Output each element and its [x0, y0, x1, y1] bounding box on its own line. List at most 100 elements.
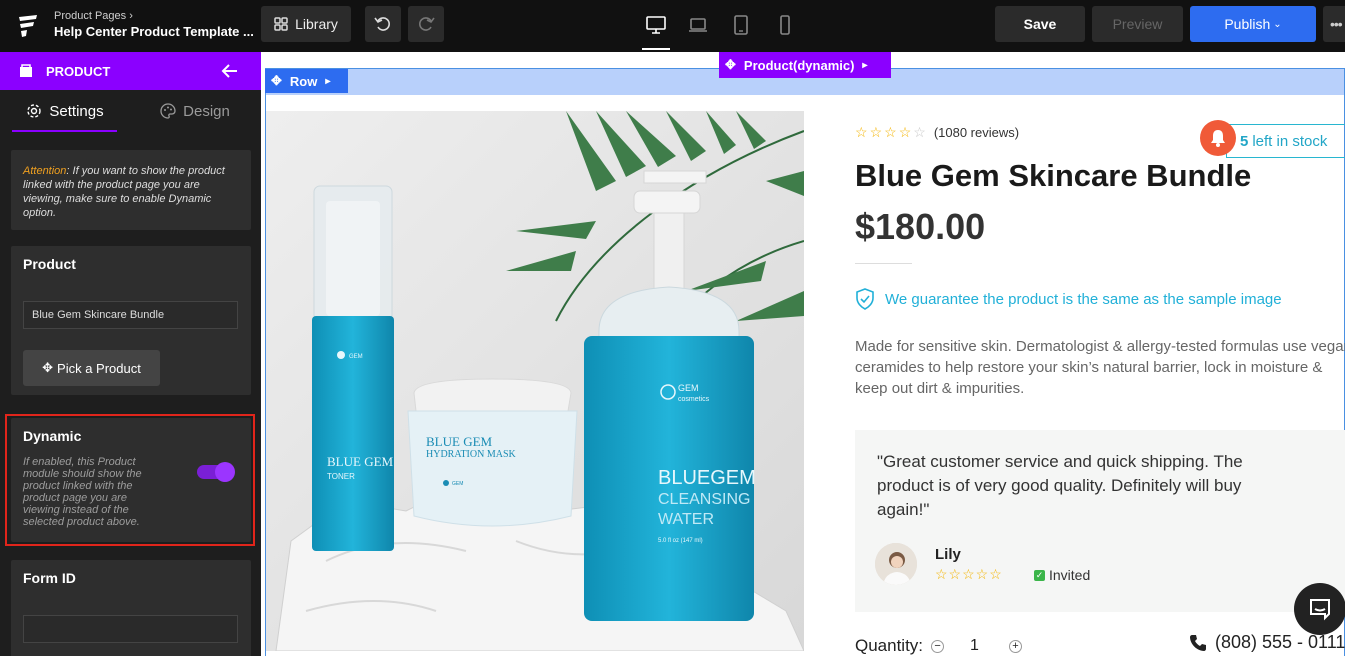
- attention-note: Attention: If you want to show the produ…: [11, 150, 251, 230]
- selected-product-field[interactable]: Blue Gem Skincare Bundle: [23, 301, 238, 329]
- star-empty-icon: ☆: [884, 124, 897, 140]
- product-panel-title: Product: [23, 256, 76, 272]
- settings-sidebar: PRODUCT Settings Design Attention: If yo…: [0, 52, 261, 656]
- mask-name-text: BLUE GEM: [426, 434, 493, 449]
- guarantee-line: We guarantee the product is the same as …: [855, 288, 1282, 310]
- notification-bell-button[interactable]: [1200, 120, 1236, 156]
- chevron-right-icon: ▸: [862, 59, 868, 71]
- testimonial-quote: "Great customer service and quick shippi…: [877, 452, 1243, 519]
- chevron-right-icon: ›: [129, 10, 133, 22]
- pick-product-button[interactable]: ✥ Pick a Product: [23, 350, 160, 386]
- palette-icon: [160, 103, 176, 119]
- pick-product-label: Pick a Product: [57, 360, 141, 376]
- row-tag-label: Row: [289, 73, 318, 89]
- chat-launcher-button[interactable]: [1294, 583, 1345, 635]
- tablet-icon: [734, 15, 748, 35]
- bottle-brand-text: GEM: [678, 383, 699, 393]
- bottle-sub1-text: CLEANSING: [658, 491, 750, 508]
- product-icon: [20, 64, 32, 77]
- product-module-tag[interactable]: ✥ Product(dynamic) ▸: [719, 52, 891, 78]
- redo-icon: [419, 17, 435, 31]
- invited-label: Invited: [1049, 567, 1091, 583]
- attention-label: Attention: [23, 165, 67, 177]
- testimonial-card: "Great customer service and quick shippi…: [855, 430, 1345, 612]
- star-empty-icon: ☆: [869, 124, 883, 140]
- decrease-button[interactable]: −: [931, 639, 945, 653]
- form-id-input[interactable]: [23, 615, 238, 643]
- publish-button[interactable]: Publish ⌄: [1190, 6, 1316, 42]
- breadcrumb[interactable]: Product Pages ›: [54, 10, 133, 22]
- active-tab-indicator: [12, 130, 117, 132]
- tab-design[interactable]: Design: [130, 90, 260, 132]
- library-button[interactable]: Library: [261, 6, 351, 42]
- review-count[interactable]: (1080 reviews): [934, 125, 1019, 140]
- toner-name-text: BLUE GEM: [327, 454, 394, 469]
- top-bar: Product Pages › Help Center Product Temp…: [0, 0, 1345, 52]
- invited-badge: ✓ Invited: [1034, 567, 1090, 583]
- tab-settings-label: Settings: [49, 102, 104, 120]
- tab-settings[interactable]: Settings: [0, 90, 130, 132]
- reviewer-name: Lily: [935, 546, 961, 563]
- chat-icon: [1310, 599, 1330, 621]
- mask-sub-text: HYDRATION MASK: [426, 449, 517, 460]
- star-empty-icon: ☆: [913, 124, 926, 140]
- publish-label: Publish: [1224, 16, 1271, 32]
- divider: [855, 263, 912, 264]
- back-arrow-icon[interactable]: [221, 60, 239, 82]
- mobile-view-button[interactable]: [769, 10, 801, 40]
- star-empty-icon: ☆: [855, 124, 868, 140]
- library-label: Library: [295, 16, 338, 32]
- quantity-stepper: Quantity: − 1 +: [855, 636, 1022, 656]
- desktop-view-button[interactable]: [640, 10, 672, 50]
- avatar: [875, 543, 917, 585]
- desktop-icon: [646, 16, 666, 34]
- rating: ☆ ☆ ☆ ☆ ☆ (1080 reviews): [855, 124, 1019, 141]
- sidebar-header: PRODUCT: [0, 52, 261, 90]
- mask-brand-text: GEM: [452, 481, 463, 487]
- quantity-value[interactable]: 1: [970, 637, 979, 655]
- mobile-icon: [780, 15, 790, 35]
- more-options-button[interactable]: •••: [1323, 6, 1345, 42]
- bottle-sub2-text: WATER: [658, 511, 714, 528]
- redo-button[interactable]: [408, 6, 444, 42]
- stock-counter: 5 left in stock: [1226, 124, 1345, 158]
- highlight-frame: [5, 414, 255, 546]
- star-empty-icon: ☆: [898, 124, 912, 140]
- editor-canvas: ✥ Row ▸ ✥ Product(dynamic) ▸ GEM BLUE GE…: [261, 52, 1345, 656]
- laptop-view-button[interactable]: [682, 10, 714, 40]
- bottle-brand-sub-text: cosmetics: [678, 396, 710, 403]
- grid-icon: [274, 17, 288, 31]
- quantity-label: Quantity:: [855, 636, 924, 655]
- toner-sub-text: TONER: [327, 472, 355, 481]
- product-image[interactable]: GEM BLUE GEM TONER BLUE GEM HYDRATION MA…: [266, 111, 804, 651]
- row-tag[interactable]: ✥ Row ▸: [265, 69, 348, 93]
- product-panel: Product Blue Gem Skincare Bundle ✥ Pick …: [11, 246, 251, 395]
- bottle-name-text: BLUEGEM: [658, 467, 756, 489]
- check-icon: ✓: [1034, 569, 1045, 581]
- move-handle-icon[interactable]: ✥: [271, 73, 282, 89]
- increase-button[interactable]: +: [1008, 639, 1022, 653]
- shield-check-icon: [856, 288, 874, 310]
- tablet-view-button[interactable]: [725, 10, 757, 40]
- form-id-panel: Form ID: [11, 560, 251, 656]
- undo-button[interactable]: [365, 6, 401, 42]
- more-icon: •••: [1330, 16, 1343, 32]
- move-icon: ✥: [42, 360, 54, 375]
- bell-icon: [1211, 130, 1225, 147]
- save-button[interactable]: Save: [995, 6, 1085, 42]
- gear-icon: [27, 104, 42, 118]
- move-handle-icon[interactable]: ✥: [725, 57, 736, 73]
- reviewer-rating: ☆☆☆☆☆: [935, 566, 1003, 582]
- product-description: Made for sensitive skin. Dermatologist &…: [855, 338, 1345, 397]
- sidebar-header-label: PRODUCT: [46, 63, 111, 79]
- stock-text: left in stock: [1252, 132, 1328, 150]
- product-tag-label: Product(dynamic): [743, 57, 855, 73]
- tab-design-label: Design: [183, 102, 230, 120]
- preview-button[interactable]: Preview: [1092, 6, 1183, 42]
- laptop-icon: [689, 18, 707, 32]
- phone-number: (808) 555 - 0111: [1215, 632, 1345, 652]
- chevron-down-icon: ⌄: [1273, 18, 1282, 30]
- product-price: $180.00: [855, 206, 986, 247]
- app-logo-icon[interactable]: [16, 14, 40, 38]
- contact-phone[interactable]: (808) 555 - 0111: [1189, 632, 1345, 653]
